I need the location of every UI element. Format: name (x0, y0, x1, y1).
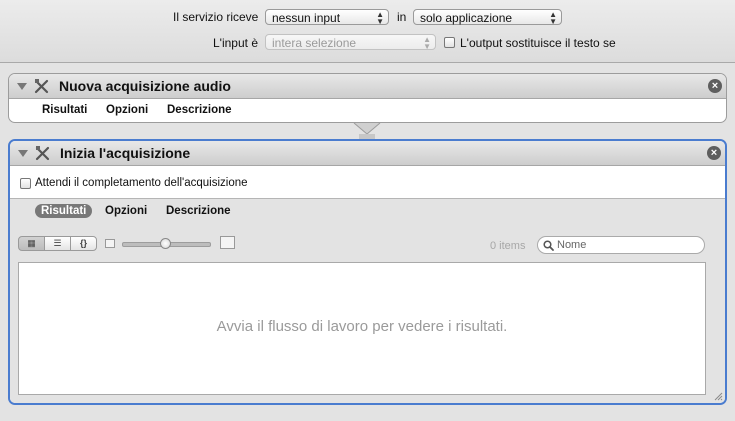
action-header: Inizia l'acquisizione × (10, 141, 725, 166)
close-icon[interactable]: × (707, 146, 721, 160)
popup-arrows-icon: ▲ ▼ (549, 10, 557, 26)
service-receives-label: Il servizio riceve (173, 10, 259, 24)
tab-options[interactable]: Opzioni (106, 104, 148, 116)
input-is-popup: intera selezione ▲ ▼ (265, 34, 436, 51)
application-popup[interactable]: solo applicazione ▲ ▼ (413, 9, 562, 26)
replaces-text-checkbox[interactable] (444, 37, 455, 48)
tab-description[interactable]: Descrizione (167, 104, 232, 116)
action-header: Nuova acquisizione audio × (9, 74, 726, 99)
action-title: Inizia l'acquisizione (60, 145, 191, 161)
service-config-bar: Il servizio riceve nessun input ▲ ▼ in so… (0, 0, 735, 63)
large-size-icon (220, 236, 235, 249)
close-icon[interactable]: × (708, 79, 722, 93)
input-type-popup[interactable]: nessun input ▲ ▼ (265, 9, 389, 26)
disclosure-triangle-icon[interactable] (18, 150, 28, 157)
grid-view-icon[interactable]: ▦ (18, 236, 45, 251)
tab-results[interactable]: Risultati (35, 204, 93, 218)
results-area: Avvia il flusso di lavoro per vedere i r… (18, 262, 706, 395)
input-is-label: L'input è (213, 36, 258, 50)
popup-arrows-icon: ▲ ▼ (376, 10, 384, 26)
list-view-icon[interactable]: ☰ (44, 236, 71, 251)
popup-arrows-icon: ▲ ▼ (423, 35, 431, 51)
tool-icon (34, 79, 49, 94)
search-input[interactable]: Nome (537, 236, 705, 254)
application-value: solo applicazione (420, 11, 513, 25)
results-panel: Risultati Opzioni Descrizione ▦ ☰ {} 0 i… (10, 199, 725, 403)
items-count: 0 items (490, 240, 526, 252)
tab-description[interactable]: Descrizione (166, 205, 231, 217)
search-icon (543, 240, 554, 251)
action-new-audio-recording: Nuova acquisizione audio × Risultati Opz… (8, 73, 727, 123)
input-is-value: intera selezione (272, 36, 357, 50)
action-start-recording: Inizia l'acquisizione × Attendi il compl… (8, 139, 727, 405)
replaces-text-label: L'output sostituisce il testo se (460, 36, 616, 50)
disclosure-triangle-icon[interactable] (17, 83, 27, 90)
wait-checkbox-label: Attendi il completamento dell'acquisizio… (35, 177, 248, 189)
empty-results-message: Avvia il flusso di lavoro per vedere i r… (216, 318, 508, 335)
in-label: in (397, 10, 407, 24)
tab-results[interactable]: Risultati (42, 104, 87, 116)
action-tabs: Risultati Opzioni Descrizione (10, 201, 725, 223)
small-size-icon (105, 239, 115, 248)
code-view-icon[interactable]: {} (70, 236, 97, 251)
wait-checkbox[interactable] (20, 178, 31, 189)
resize-grip-icon[interactable] (713, 391, 723, 401)
zoom-slider-knob[interactable] (160, 238, 171, 249)
wait-option-row: Attendi il completamento dell'acquisizio… (10, 166, 725, 199)
results-toolbar: ▦ ☰ {} 0 items Nome (18, 236, 718, 254)
search-placeholder: Nome (557, 239, 587, 251)
tab-options[interactable]: Opzioni (105, 205, 147, 217)
input-type-value: nessun input (272, 11, 341, 25)
action-tabs: Risultati Opzioni Descrizione (9, 100, 726, 122)
tool-icon (35, 146, 50, 161)
action-title: Nuova acquisizione audio (59, 78, 231, 94)
